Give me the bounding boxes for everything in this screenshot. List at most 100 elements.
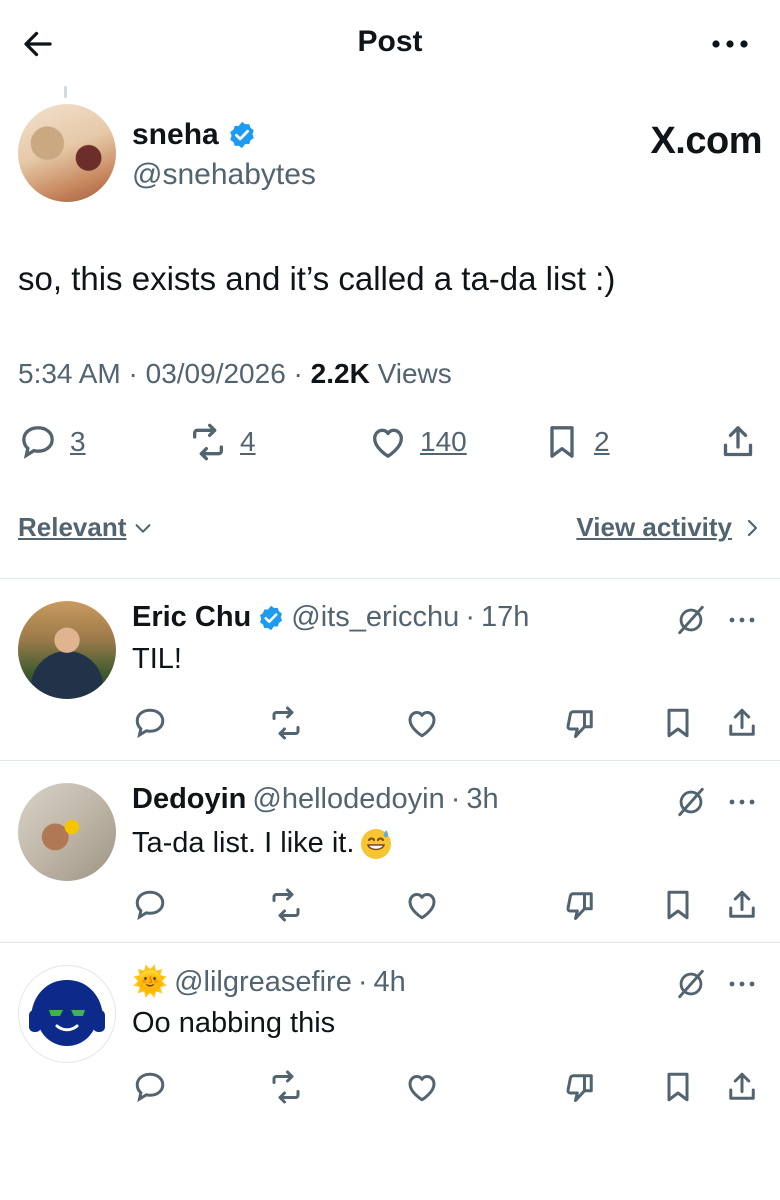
post-date[interactable]: 03/09/2026: [146, 358, 286, 389]
reply-icon[interactable]: [132, 887, 168, 923]
reply-actions: [132, 705, 760, 745]
view-activity-label: View activity: [576, 512, 732, 542]
reply-icon[interactable]: [132, 1069, 168, 1105]
reply-time[interactable]: 3h: [466, 783, 498, 816]
bookmark-icon[interactable]: [660, 705, 696, 741]
dislike-icon[interactable]: [562, 1069, 598, 1105]
share-button[interactable]: [718, 422, 758, 462]
reply-actions: [132, 1069, 760, 1109]
repost-button[interactable]: 4: [188, 422, 256, 462]
bookmark-icon: [550, 426, 574, 458]
reply-button[interactable]: 3: [18, 422, 86, 462]
reply-more-button[interactable]: [724, 787, 760, 817]
more-icon: [712, 40, 748, 48]
views-label: Views: [377, 358, 452, 389]
author-handle[interactable]: @snehabytes: [132, 158, 316, 192]
reply-item[interactable]: Dedoyin @hellodedoyin · 3h Ta-da list. I…: [0, 761, 780, 942]
more-icon: [729, 617, 755, 623]
more-icon: [729, 981, 755, 987]
author-avatar[interactable]: [18, 104, 116, 202]
like-icon[interactable]: [404, 705, 440, 741]
reply-more-button[interactable]: [724, 605, 760, 635]
repost-icon[interactable]: [268, 1069, 304, 1105]
reply-author-handle[interactable]: @lilgreasefire: [174, 966, 352, 999]
grok-icon[interactable]: [674, 967, 708, 1001]
reply-author-handle[interactable]: @hellodedoyin: [252, 783, 444, 816]
dislike-icon[interactable]: [562, 705, 598, 741]
reply-author-name[interactable]: Dedoyin: [132, 783, 246, 816]
page-title: Post: [357, 25, 423, 58]
repost-icon[interactable]: [268, 887, 304, 923]
reply-count: 3: [70, 426, 86, 457]
like-icon[interactable]: [404, 1069, 440, 1105]
verified-badge-icon: [229, 121, 254, 149]
reply-avatar[interactable]: [18, 783, 116, 881]
repost-count: 4: [240, 426, 256, 457]
reply-item[interactable]: 🌞 @lilgreasefire · 4h Oo nabbing this: [0, 943, 780, 1124]
post-time[interactable]: 5:34 AM: [18, 358, 121, 389]
reply-header: Dedoyin @hellodedoyin · 3h: [132, 783, 499, 816]
verified-badge-icon: [260, 605, 283, 630]
reply-text-content: Oo nabbing this: [132, 1007, 336, 1039]
reply-icon: [22, 426, 54, 459]
top-bar: Post: [0, 0, 780, 86]
like-button[interactable]: 140: [368, 422, 467, 462]
post-text: so, this exists and it’s called a ta-da …: [18, 260, 616, 297]
thread-connector: [64, 86, 67, 98]
reply-item[interactable]: Eric Chu @its_ericchu · 17h TIL!: [0, 579, 780, 760]
reply-text: Ta-da list. I like it.: [132, 825, 394, 861]
meta-separator: ·: [293, 358, 311, 389]
more-icon: [729, 799, 755, 805]
reply-actions: [132, 887, 760, 927]
share-icon[interactable]: [724, 1069, 760, 1105]
reply-time[interactable]: 17h: [481, 601, 529, 634]
repost-icon: [193, 423, 223, 461]
reply-header: 🌞 @lilgreasefire · 4h: [132, 965, 406, 999]
share-icon[interactable]: [724, 887, 760, 923]
post-actions: 3 4 140 2: [18, 422, 762, 470]
reply-avatar[interactable]: [18, 601, 116, 699]
grinning-sweat-emoji-icon: [361, 829, 392, 859]
replies-sort-bar: Relevant View activity: [18, 512, 762, 552]
reply-author-name[interactable]: Eric Chu: [132, 601, 251, 634]
more-options-button[interactable]: [708, 28, 752, 60]
like-icon: [373, 428, 403, 458]
author-name-row[interactable]: sneha: [132, 118, 257, 152]
source-watermark: X.com: [650, 120, 762, 162]
bookmark-icon[interactable]: [660, 1069, 696, 1105]
reply-dot: ·: [465, 601, 475, 633]
post-meta: 5:34 AM · 03/09/2026 · 2.2K Views: [18, 358, 452, 390]
post-author: sneha @snehabytes X.com: [18, 104, 762, 214]
share-icon[interactable]: [724, 705, 760, 741]
share-icon: [723, 426, 753, 457]
repost-icon[interactable]: [268, 705, 304, 741]
view-activity-link[interactable]: View activity: [576, 512, 762, 543]
reply-header: Eric Chu @its_ericchu · 17h: [132, 601, 529, 634]
grok-icon[interactable]: [674, 785, 708, 819]
chevron-down-icon: [135, 523, 151, 533]
reply-more-button[interactable]: [724, 969, 760, 999]
reply-text: Oo nabbing this: [132, 1007, 335, 1040]
reply-icon[interactable]: [132, 705, 168, 741]
reply-avatar[interactable]: [18, 965, 116, 1063]
like-count: 140: [420, 426, 467, 457]
reply-text: TIL!: [132, 643, 182, 676]
reply-author-emoji[interactable]: 🌞: [132, 965, 168, 999]
bookmark-button[interactable]: 2: [542, 422, 610, 462]
reply-text-content: Ta-da list. I like it.: [132, 826, 355, 859]
like-icon[interactable]: [404, 887, 440, 923]
dislike-icon[interactable]: [562, 887, 598, 923]
reply-dot: ·: [450, 783, 461, 815]
grok-icon[interactable]: [674, 603, 708, 637]
author-name[interactable]: sneha: [132, 118, 219, 152]
napster-logo-icon: [29, 979, 105, 1046]
chevron-right-icon: [747, 519, 758, 536]
meta-separator: ·: [128, 358, 146, 389]
sort-relevant-dropdown[interactable]: Relevant: [18, 512, 154, 543]
bookmark-icon[interactable]: [660, 887, 696, 923]
reply-dot: ·: [357, 965, 368, 998]
bookmark-count: 2: [594, 426, 610, 457]
reply-text-content: TIL!: [132, 643, 182, 675]
reply-time[interactable]: 4h: [374, 966, 406, 999]
reply-author-handle[interactable]: @its_ericchu: [291, 601, 459, 634]
